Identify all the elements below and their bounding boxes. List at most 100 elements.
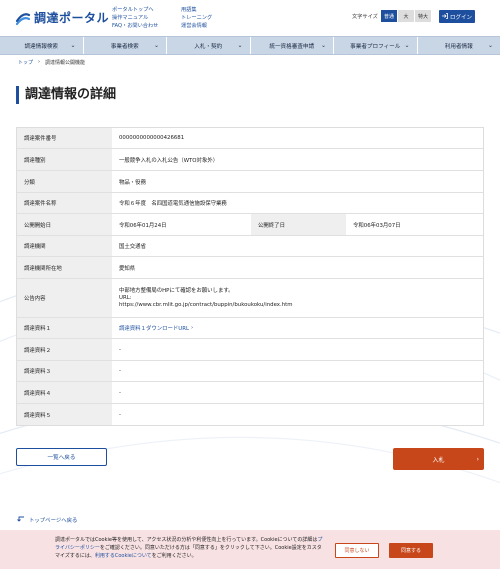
category-value: 物品・役務 [119, 179, 146, 186]
nav-user-info[interactable]: 利用者情報 ⌄ [418, 37, 500, 54]
global-nav: 調達情報検索 ⌄ 事業者検索 ⌄ 入札・契約 ⌄ 統一資格審査申請 ⌄ 事業者プ… [0, 36, 500, 55]
case-number-value: 0000000000000426681 [119, 135, 185, 141]
training-link[interactable]: トレーニング [181, 14, 212, 22]
logo-mark-icon [15, 10, 31, 26]
cookie-consent-banner: 調達ポータルではCookie等を使用して、アクセス状況の分析や利便性向上を行って… [0, 530, 500, 569]
chevron-down-icon: ⌄ [70, 42, 76, 49]
table-row: 分類 物品・役務 [17, 171, 483, 193]
nav-label: 利用者情報 [444, 43, 473, 50]
text-size-xlarge-button[interactable]: 特大 [415, 10, 431, 22]
case-name-value: 令和６年度 名四国道電気通信施設保守業務 [119, 201, 227, 207]
procurement-type-value: 一般競争入札の入札公告（WTO対象外） [119, 157, 219, 164]
document3-label: 調達資料３ [17, 361, 112, 381]
document5-value: - [119, 411, 121, 418]
breadcrumb-separator: › [38, 59, 41, 65]
bid-button-label: 入札 [432, 456, 445, 464]
logo-text: 調達ポータル [34, 11, 110, 25]
portal-top-link[interactable]: ポータルトップへ [112, 6, 158, 14]
notice-content-url: https://www.cbr.mlit.go.jp/contract/bupp… [119, 301, 293, 308]
manual-link[interactable]: 操作マニュアル [112, 14, 158, 22]
text-size-normal-button[interactable]: 普通 [381, 10, 397, 22]
nav-label: 調達情報検索 [24, 43, 59, 50]
text-size-large-button[interactable]: 大 [398, 10, 414, 22]
cookie-text: 調達ポータルではCookie等を使用して、アクセス状況の分析や利便性向上を行って… [55, 537, 318, 543]
organization-label: 調達機関 [17, 236, 112, 256]
table-row: 調達種別 一般競争入札の入札公告（WTO対象外） [17, 149, 483, 171]
notice-content-line: URL: [119, 294, 132, 301]
document5-label: 調達資料５ [17, 404, 112, 425]
notice-content-line: 中部地方整備局のHPにて確認をお願いします。 [119, 287, 234, 294]
publish-end-label: 公開終了日 [251, 214, 346, 235]
faq-link[interactable]: FAQ・お問い合わせ [112, 22, 158, 30]
table-row: 調達機関所在地 愛知県 [17, 257, 483, 279]
table-row: 調達案件名称 令和６年度 名四国道電気通信施設保守業務 [17, 193, 483, 214]
back-to-top-link[interactable]: トップページへ戻る [17, 516, 77, 524]
cookie-message: 調達ポータルではCookie等を使用して、アクセス状況の分析や利便性向上を行って… [55, 536, 323, 560]
chevron-right-icon: › [476, 455, 479, 463]
nav-business-profile[interactable]: 事業者プロフィール ⌄ [334, 37, 418, 54]
breadcrumb-current: 調達情報公開機能 [45, 60, 86, 66]
nav-business-search[interactable]: 事業者検索 ⌄ [84, 37, 167, 54]
location-value: 愛知県 [119, 265, 136, 272]
cookie-settings-link[interactable]: 利用するCookieについて [95, 553, 152, 559]
organization-value: 国土交通省 [119, 244, 146, 250]
table-row: 調達資料５ - [17, 404, 483, 425]
document4-label: 調達資料４ [17, 382, 112, 403]
table-row: 調達資料４ - [17, 382, 483, 404]
case-name-label: 調達案件名称 [17, 193, 112, 213]
cookie-reject-button[interactable]: 同意しない [335, 543, 379, 558]
back-to-list-button[interactable]: 一覧へ戻る [16, 448, 107, 466]
glossary-link[interactable]: 用語集 [181, 6, 212, 14]
cookie-text: をご利用ください。 [151, 553, 197, 559]
table-row: 調達資料１ 調達資料１ダウンロードURL › [17, 318, 483, 339]
chevron-down-icon: ⌄ [320, 42, 326, 49]
nav-procurement-search[interactable]: 調達情報検索 ⌄ [0, 37, 84, 54]
document1-label: 調達資料１ [17, 318, 112, 338]
bid-button[interactable]: 入札 › [393, 448, 484, 470]
text-size-selector: 普通 大 特大 [381, 10, 432, 22]
login-button[interactable]: ログイン [439, 10, 475, 23]
site-header: 調達ポータル ポータルトップへ 操作マニュアル FAQ・お問い合わせ 用語集 ト… [0, 0, 500, 36]
breadcrumb-top-link[interactable]: トップ [18, 59, 33, 66]
location-label: 調達機関所在地 [17, 257, 112, 278]
publish-end-value: 令和06年03月07日 [353, 222, 401, 229]
table-row: 調達機関 国土交通省 [17, 236, 483, 257]
table-row: 公開開始日 令和06年01月24日 公開終了日 令和06年03月07日 [17, 214, 483, 236]
operator-info-link[interactable]: 運営会情報 [181, 22, 212, 30]
publish-start-value: 令和06年01月24日 [119, 222, 167, 229]
chevron-down-icon: ⌄ [487, 42, 493, 49]
document1-cell: 調達資料１ダウンロードURL › [112, 318, 483, 338]
document3-value: - [119, 368, 121, 374]
external-link-icon: › [191, 325, 194, 331]
breadcrumb: トップ › 調達情報公開機能 [18, 59, 85, 66]
header-links-primary: ポータルトップへ 操作マニュアル FAQ・お問い合わせ [112, 6, 158, 30]
table-row: 調達案件番号 0000000000000426681 [17, 128, 483, 149]
back-to-top-label: トップページへ戻る [29, 518, 78, 524]
login-icon [441, 12, 448, 21]
cookie-accept-button[interactable]: 同意する [389, 543, 433, 558]
procurement-type-label: 調達種別 [17, 149, 112, 170]
category-label: 分類 [17, 171, 112, 192]
nav-label: 統一資格審査申請 [269, 43, 315, 50]
site-logo[interactable]: 調達ポータル [15, 9, 109, 26]
chevron-down-icon: ⌄ [404, 42, 410, 49]
header-links-secondary: 用語集 トレーニング 運営会情報 [181, 6, 212, 30]
document4-value: - [119, 389, 121, 396]
table-row: 調達資料２ - [17, 339, 483, 361]
nav-label: 入札・契約 [194, 43, 223, 50]
nav-qualification[interactable]: 統一資格審査申請 ⌄ [251, 37, 334, 54]
page-title: 調達情報の詳細 [16, 86, 116, 104]
publish-start-label: 公開開始日 [17, 214, 112, 235]
return-arrow-icon [17, 516, 25, 524]
chevron-down-icon: ⌄ [237, 42, 243, 49]
notice-content-value: 中部地方整備局のHPにて確認をお願いします。 URL: https://www.… [112, 279, 483, 317]
procurement-detail-table: 調達案件番号 0000000000000426681 調達種別 一般競争入札の入… [16, 127, 484, 426]
chevron-down-icon: ⌄ [153, 42, 159, 49]
nav-label: 事業者プロフィール [350, 43, 401, 50]
document2-value: - [119, 346, 121, 353]
login-label: ログイン [449, 14, 472, 21]
document1-download-link[interactable]: 調達資料１ダウンロードURL [119, 324, 189, 332]
nav-bid-contract[interactable]: 入札・契約 ⌄ [167, 37, 251, 54]
case-number-label: 調達案件番号 [17, 128, 112, 148]
table-row: 調達資料３ - [17, 361, 483, 382]
